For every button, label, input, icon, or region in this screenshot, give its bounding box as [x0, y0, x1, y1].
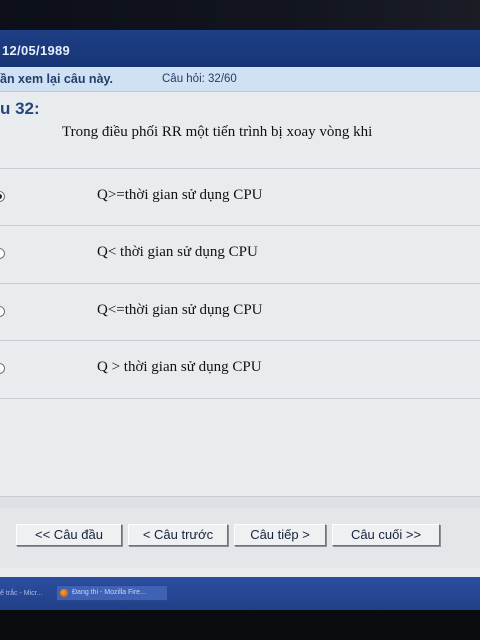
answer-option-label: Q>=thời gian sử dụng CPU [97, 187, 263, 203]
last-question-button[interactable]: Câu cuối >> [332, 524, 440, 546]
monitor-bezel-bottom [0, 610, 480, 640]
radio-button[interactable] [0, 363, 5, 374]
taskbar-item-label: Đang thi - Mozilla Fire... [72, 589, 146, 596]
answer-option-label: Q > thời gian sử dụng CPU [97, 359, 262, 375]
taskbar-item-firefox[interactable]: Đang thi - Mozilla Fire... [56, 585, 168, 601]
divider [0, 398, 480, 399]
first-question-button[interactable]: << Câu đầu [16, 524, 122, 546]
question-progress: Câu hỏi: 32/60 [162, 73, 237, 85]
review-flag-link[interactable]: ần xem lại câu này. [0, 72, 113, 86]
answer-option-label: Q<=thời gian sử dụng CPU [97, 302, 263, 318]
previous-question-button[interactable]: < Câu trước [128, 524, 228, 546]
answer-option-label: Q< thời gian sử dụng CPU [97, 244, 258, 260]
monitor-bezel-top [0, 0, 480, 30]
navigation-bar: << Câu đầu < Câu trước Câu tiếp > Câu cu… [0, 508, 480, 568]
screen: 12/05/1989 ần xem lại câu này. Câu hỏi: … [0, 30, 480, 610]
radio-button[interactable] [0, 306, 5, 317]
answer-option-4[interactable]: Q > thời gian sử dụng CPU [0, 341, 480, 397]
firefox-icon [60, 589, 68, 597]
taskbar: ế trắc - Micr... Đang thi - Mozilla Fire… [0, 577, 480, 610]
question-text: Trong điều phối RR một tiến trình bị xoa… [62, 124, 373, 140]
next-question-button[interactable]: Câu tiếp > [234, 524, 326, 546]
taskbar-item[interactable]: ế trắc - Micr... [0, 590, 42, 597]
exam-date: 12/05/1989 [2, 43, 71, 58]
question-number: u 32: [0, 99, 40, 118]
answer-option-3[interactable]: Q<=thời gian sử dụng CPU [0, 284, 480, 340]
answer-option-1[interactable]: Q>=thời gian sử dụng CPU [0, 169, 480, 225]
exam-header: 12/05/1989 [0, 30, 480, 67]
radio-button[interactable] [0, 248, 5, 259]
radio-button-selected[interactable] [0, 191, 5, 202]
answer-option-2[interactable]: Q< thời gian sử dụng CPU [0, 226, 480, 282]
question-info-bar: ần xem lại câu này. Câu hỏi: 32/60 [0, 67, 480, 92]
